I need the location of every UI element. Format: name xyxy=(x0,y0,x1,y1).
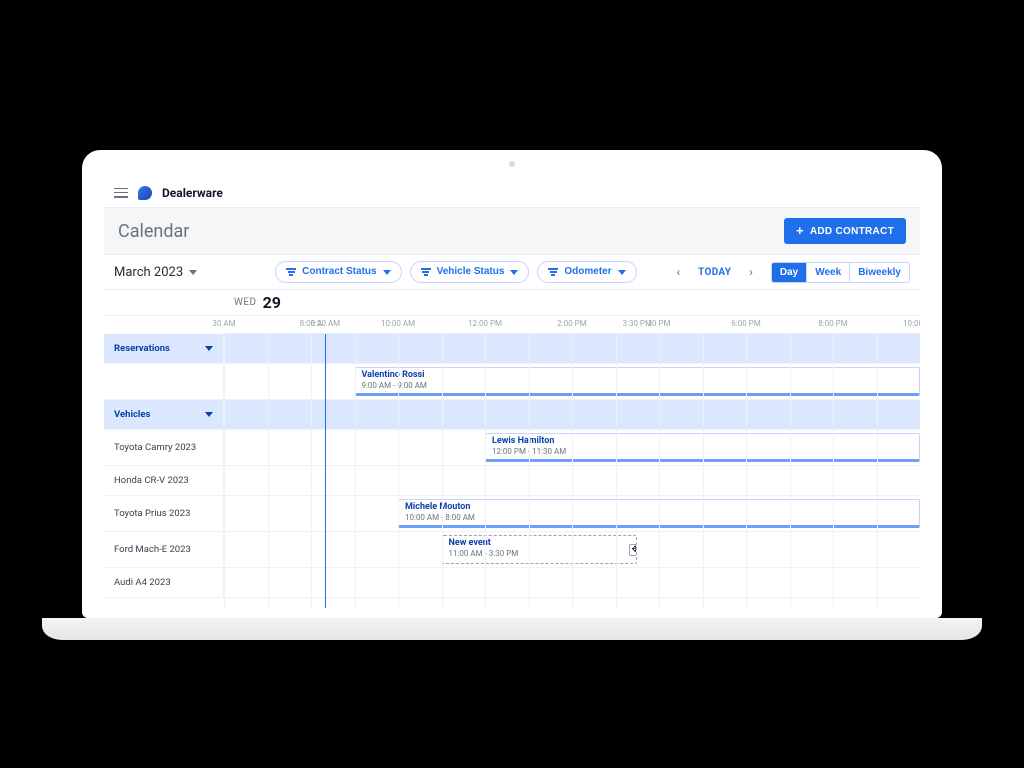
event-prius[interactable]: Michele Mouton 10:00 AM - 8:00 AM xyxy=(398,499,920,528)
time-tick: 10:00 PM xyxy=(903,319,920,328)
view-biweekly-button[interactable]: Biweekly xyxy=(849,263,909,282)
time-tick: 8:00 PM xyxy=(818,319,847,328)
filter-icon xyxy=(421,268,431,276)
time-tick: 30 AM xyxy=(212,319,235,328)
logo-icon xyxy=(138,186,152,200)
toolbar: March 2023 Contract Status Vehicle Statu… xyxy=(104,254,920,290)
camera-dot xyxy=(509,161,515,167)
vehicle-row-camry: Toyota Camry 2023 Lewis Hamilton 12:00 P… xyxy=(104,430,920,466)
event-new[interactable]: New event 11:00 AM - 3:30 PM ✥ xyxy=(442,535,638,564)
day-of-week: WED xyxy=(234,297,257,308)
day-of-month: 29 xyxy=(263,293,281,312)
month-label: March 2023 xyxy=(114,265,183,280)
time-tick: 10 PM xyxy=(647,319,670,328)
event-time: 11:00 AM - 3:30 PM xyxy=(449,549,631,558)
filter-vehicle-status[interactable]: Vehicle Status xyxy=(410,261,530,283)
prev-day-button[interactable]: ‹ xyxy=(673,265,685,279)
vehicle-row-crv: Honda CR-V 2023 xyxy=(104,466,920,496)
view-day-button[interactable]: Day xyxy=(772,263,806,282)
event-name: New event xyxy=(449,539,631,549)
calendar: WED 29 30 AM8:00 A8:20 AM10:00 AM12:00 P… xyxy=(104,290,920,608)
event-name: Lewis Hamilton xyxy=(492,437,913,447)
event-camry[interactable]: Lewis Hamilton 12:00 PM - 11:30 AM xyxy=(485,433,920,462)
view-segmented-control: Day Week Biweekly xyxy=(771,262,910,283)
calendar-rows: Reservations Valentino Rossi 9:00 AM - 9… xyxy=(104,334,920,608)
chevron-down-icon xyxy=(205,346,213,351)
time-tick: 6:00 PM xyxy=(731,319,760,328)
event-name: Valentino Rossi xyxy=(362,371,914,381)
app-screen: Dealerware Calendar + ADD CONTRACT March… xyxy=(104,178,920,608)
section-vehicles[interactable]: Vehicles xyxy=(104,400,920,430)
resize-handle[interactable]: ✥ xyxy=(629,544,637,556)
event-time: 9:00 AM - 9:00 AM xyxy=(362,381,914,390)
reservation-row: Valentino Rossi 9:00 AM - 9:00 AM xyxy=(104,364,920,400)
time-tick: 2:00 PM xyxy=(557,319,586,328)
date-strip: WED 29 xyxy=(104,290,920,316)
filter-icon xyxy=(548,268,558,276)
chevron-down-icon xyxy=(205,412,213,417)
chevron-down-icon xyxy=(618,270,626,275)
brand-name: Dealerware xyxy=(162,186,223,200)
vehicle-label: Toyota Camry 2023 xyxy=(114,442,196,453)
time-tick: 10:00 AM xyxy=(381,319,415,328)
view-week-button[interactable]: Week xyxy=(806,263,849,282)
filter-label: Odometer xyxy=(564,267,611,277)
page-header: Calendar + ADD CONTRACT xyxy=(104,208,920,254)
filter-label: Contract Status xyxy=(302,267,376,277)
section-reservations[interactable]: Reservations xyxy=(104,334,920,364)
filter-odometer[interactable]: Odometer xyxy=(537,261,636,283)
reservation-track: Valentino Rossi 9:00 AM - 9:00 AM xyxy=(224,364,920,399)
event-name: Michele Mouton xyxy=(405,503,913,513)
add-contract-label: ADD CONTRACT xyxy=(810,226,894,237)
filter-contract-status[interactable]: Contract Status xyxy=(275,261,401,283)
vehicle-label: Honda CR-V 2023 xyxy=(114,475,189,486)
chevron-down-icon xyxy=(189,270,197,275)
time-tick: 8:20 AM xyxy=(311,319,341,328)
section-label: Vehicles xyxy=(114,409,150,420)
menu-icon[interactable] xyxy=(114,188,128,198)
event-time: 12:00 PM - 11:30 AM xyxy=(492,447,913,456)
today-button[interactable]: TODAY xyxy=(692,267,737,278)
vehicle-label: Toyota Prius 2023 xyxy=(114,508,190,519)
vehicle-row-audi: Audi A4 2023 xyxy=(104,568,920,598)
event-time: 10:00 AM - 8:00 AM xyxy=(405,513,913,522)
chevron-down-icon xyxy=(510,270,518,275)
page-title: Calendar xyxy=(118,221,189,242)
vehicle-row-prius: Toyota Prius 2023 Michele Mouton 10:00 A… xyxy=(104,496,920,532)
chevron-down-icon xyxy=(383,270,391,275)
vehicle-row-mache: Ford Mach-E 2023 New event 11:00 AM - 3:… xyxy=(104,532,920,568)
next-day-button[interactable]: › xyxy=(745,265,757,279)
vehicle-label: Ford Mach-E 2023 xyxy=(114,544,191,555)
app-bar: Dealerware xyxy=(104,178,920,208)
month-picker[interactable]: March 2023 xyxy=(114,265,197,280)
filter-label: Vehicle Status xyxy=(437,267,505,277)
time-tick: 12:00 PM xyxy=(468,319,502,328)
filter-icon xyxy=(286,268,296,276)
event-reservation[interactable]: Valentino Rossi 9:00 AM - 9:00 AM xyxy=(355,367,921,396)
section-label: Reservations xyxy=(114,343,170,354)
time-axis: 30 AM8:00 A8:20 AM10:00 AM12:00 PM2:00 P… xyxy=(224,316,920,334)
vehicle-label: Audi A4 2023 xyxy=(114,577,171,588)
laptop-frame: Dealerware Calendar + ADD CONTRACT March… xyxy=(82,150,942,618)
add-contract-button[interactable]: + ADD CONTRACT xyxy=(784,218,906,244)
